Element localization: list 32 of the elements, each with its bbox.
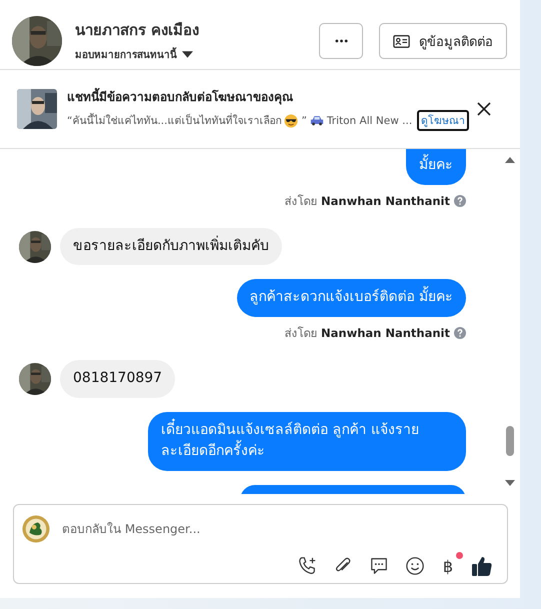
contact-card-icon — [393, 34, 410, 48]
add-call-icon[interactable] — [296, 556, 317, 576]
ad-snippet: “คันนี้ไม่ใช่แค่ไททัน...แต่เป็นไททันที่ใจเราเลือก — [67, 112, 282, 129]
scroll-up-icon[interactable] — [505, 157, 515, 163]
received-message: 0818170897 — [60, 360, 176, 398]
more-icon — [334, 39, 348, 43]
payment-button[interactable]: ฿ — [440, 556, 455, 576]
reply-box[interactable]: ตอบกลับใน Messenger... ฿ — [13, 504, 508, 584]
sent-message: มั้ยคะ — [406, 149, 466, 185]
contact-name: นายภาสกร คงเมือง — [75, 20, 200, 41]
ad-snippet: ” — [301, 114, 307, 126]
received-message: ขอรายละเอียดกับภาพเพิ่มเติมคับ — [60, 228, 282, 266]
thumbs-up-icon[interactable] — [471, 555, 493, 577]
help-icon[interactable] — [454, 194, 466, 207]
sunglasses-face-icon — [284, 114, 298, 128]
car-icon — [310, 115, 324, 126]
sender-note: ส่งโดย Nanwhan Nanthanit — [284, 325, 450, 342]
caret-icon — [182, 51, 193, 58]
contact-info-button[interactable]: ดูข้อมูลติดต่อ — [379, 23, 507, 59]
sent-message: ลูกค้าสะดวกแจ้งเบอร์ติดต่อ มั้ยคะ — [236, 279, 466, 318]
help-icon[interactable] — [454, 327, 466, 340]
scrollbar-thumb[interactable] — [506, 426, 514, 456]
scroll-down-icon[interactable] — [505, 480, 515, 486]
assign-dropdown[interactable]: มอบหมายการสนทนานี้ — [75, 47, 319, 62]
sent-message: เดี๋ยวแอดมินแจ้งเซลล์ติดต่อ ลูกค้า แจ้งรายละเอียดอีกครั้งค่ะ — [148, 412, 466, 472]
emoji-icon[interactable] — [404, 556, 425, 576]
close-icon[interactable] — [477, 102, 491, 116]
sender-note: ส่งโดย Nanwhan Nanthanit — [284, 192, 450, 210]
ad-reply-notice: แชทนี้มีข้อความตอบกลับต่อโฆษณาของคุณ — [67, 87, 470, 106]
ad-snippet: Triton All New ... — [326, 114, 412, 126]
view-ad-link[interactable]: ดูโฆษณา — [417, 110, 470, 131]
chat-bubble-icon[interactable] — [368, 556, 389, 576]
